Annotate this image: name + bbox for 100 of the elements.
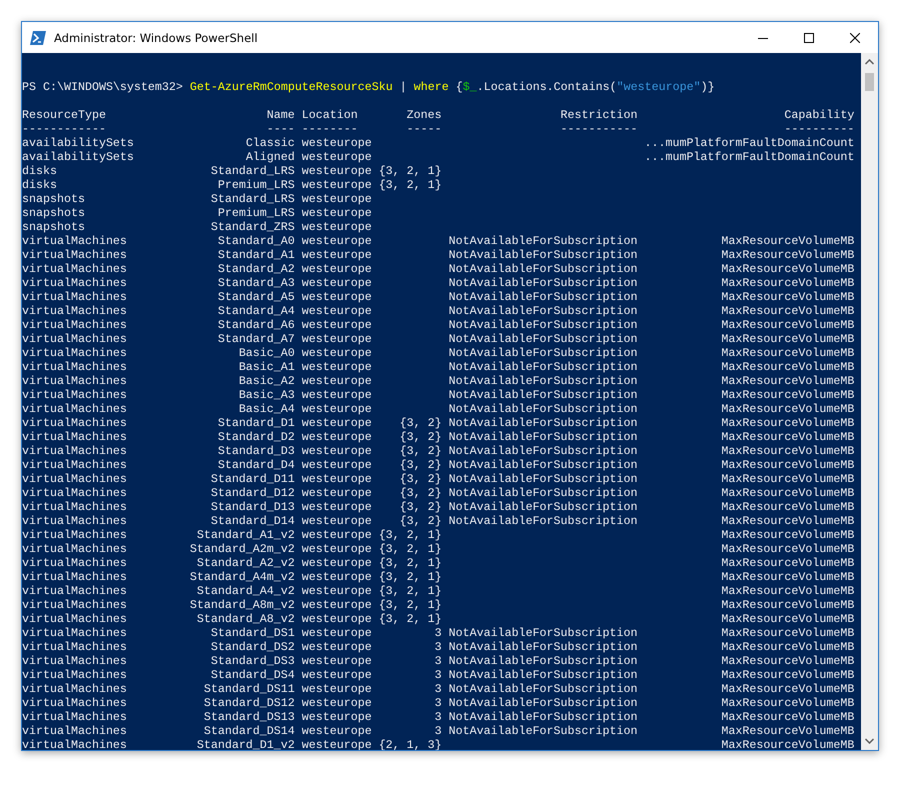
table-cell: virtualMachines: [22, 668, 127, 682]
table-cell: {3, 2, 1}: [378, 584, 442, 598]
table-cell: NotAvailableForSubscription: [448, 332, 638, 346]
table-cell: virtualMachines: [22, 514, 127, 528]
table-cell: Standard_A3: [218, 276, 295, 290]
scroll-up-icon[interactable]: [865, 59, 874, 65]
table-cell: Standard_D2: [218, 430, 295, 444]
table-cell: {3, 2, 1}: [378, 598, 442, 612]
table-cell: MaxResourceVolumeMB: [721, 458, 854, 472]
table-cell: virtualMachines: [22, 458, 127, 472]
table-cell: Basic_A3: [238, 388, 295, 402]
table-cell: {3, 2, 1}: [378, 164, 442, 178]
table-cell: 3: [434, 668, 442, 682]
table-cell: MaxResourceVolumeMB: [721, 626, 854, 640]
table-cell: NotAvailableForSubscription: [448, 346, 638, 360]
table-cell: Standard_DS1: [210, 626, 295, 640]
table-cell: virtualMachines: [22, 318, 127, 332]
scrollbar[interactable]: [861, 53, 878, 750]
table-cell: Standard_A1_v2: [196, 528, 295, 542]
header-underline: ----------: [784, 122, 854, 136]
table-cell: westeurope: [302, 374, 372, 388]
table-cell: westeurope: [302, 276, 372, 290]
table-cell: MaxResourceVolumeMB: [721, 248, 854, 262]
table-cell: westeurope: [302, 682, 372, 696]
table-cell: MaxResourceVolumeMB: [721, 444, 854, 458]
table-cell: virtualMachines: [22, 248, 127, 262]
header-underline: -----: [406, 122, 442, 136]
table-cell: MaxResourceVolumeMB: [721, 556, 854, 570]
table-cell: Standard_LRS: [210, 164, 295, 178]
table-cell: {3, 2, 1}: [378, 570, 442, 584]
table-cell: westeurope: [302, 178, 372, 192]
table-cell: Aligned: [246, 150, 295, 164]
table-cell: westeurope: [302, 710, 372, 724]
column-header: ResourceType: [22, 108, 106, 122]
table-cell: disks: [22, 178, 57, 192]
table-cell: NotAvailableForSubscription: [448, 234, 638, 248]
table-cell: MaxResourceVolumeMB: [721, 738, 854, 750]
table-cell: virtualMachines: [22, 332, 127, 346]
table-cell: virtualMachines: [22, 654, 127, 668]
table-cell: virtualMachines: [22, 346, 127, 360]
table-cell: {3, 2}: [400, 472, 442, 486]
table-cell: Standard_A7: [218, 332, 295, 346]
table-cell: westeurope: [302, 472, 372, 486]
table-cell: westeurope: [302, 570, 372, 584]
table-cell: Standard_DS12: [204, 696, 295, 710]
table-cell: MaxResourceVolumeMB: [721, 276, 854, 290]
table-cell: Standard_D1: [218, 416, 295, 430]
table-cell: westeurope: [302, 262, 372, 276]
table-cell: 3: [434, 710, 442, 724]
table-cell: virtualMachines: [22, 542, 127, 556]
table-cell: availabilitySets: [22, 136, 134, 150]
table-cell: NotAvailableForSubscription: [448, 626, 638, 640]
table-cell: westeurope: [302, 318, 372, 332]
table-cell: MaxResourceVolumeMB: [721, 640, 854, 654]
close-icon[interactable]: [850, 32, 860, 42]
table-cell: Standard_DS3: [210, 654, 295, 668]
table-cell: NotAvailableForSubscription: [448, 710, 638, 724]
table-cell: westeurope: [302, 598, 372, 612]
table-cell: westeurope: [302, 528, 372, 542]
command-line: PS C:\WINDOWS\system32> Get-AzureRmComputeResourceSku | where {$_.Locations.Contains("westeurope")}: [22, 80, 715, 94]
table-cell: westeurope: [302, 164, 372, 178]
table-cell: westeurope: [302, 346, 372, 360]
table-cell: westeurope: [302, 458, 372, 472]
table-cell: {3, 2}: [400, 500, 442, 514]
table-cell: virtualMachines: [22, 234, 127, 248]
table-cell: {3, 2, 1}: [378, 556, 442, 570]
table-cell: westeurope: [302, 290, 372, 304]
table-cell: NotAvailableForSubscription: [448, 696, 638, 710]
table-cell: MaxResourceVolumeMB: [721, 710, 854, 724]
table-cell: NotAvailableForSubscription: [448, 276, 638, 290]
table-cell: NotAvailableForSubscription: [448, 402, 638, 416]
table-cell: westeurope: [302, 416, 372, 430]
table-cell: westeurope: [302, 640, 372, 654]
table-cell: MaxResourceVolumeMB: [721, 570, 854, 584]
scroll-down-icon[interactable]: [865, 738, 874, 744]
table-cell: westeurope: [302, 360, 372, 374]
table-cell: Standard_A4m_v2: [190, 570, 295, 584]
table-cell: NotAvailableForSubscription: [448, 262, 638, 276]
table-cell: MaxResourceVolumeMB: [721, 318, 854, 332]
scroll-thumb[interactable]: [865, 73, 874, 91]
table-cell: MaxResourceVolumeMB: [721, 290, 854, 304]
header-underline: -----------: [560, 122, 638, 136]
table-cell: MaxResourceVolumeMB: [721, 472, 854, 486]
column-header: Restriction: [560, 108, 638, 122]
table-cell: {3, 2}: [400, 444, 442, 458]
table-cell: Standard_D3: [218, 444, 295, 458]
table-cell: {3, 2, 1}: [378, 178, 442, 192]
table-cell: {3, 2}: [400, 416, 442, 430]
table-cell: {3, 2}: [400, 486, 442, 500]
table-cell: Standard_A8_v2: [196, 612, 295, 626]
powershell-icon: [30, 30, 46, 44]
table-cell: westeurope: [302, 696, 372, 710]
table-cell: virtualMachines: [22, 584, 127, 598]
table-cell: MaxResourceVolumeMB: [721, 430, 854, 444]
table-cell: MaxResourceVolumeMB: [721, 360, 854, 374]
table-cell: virtualMachines: [22, 486, 127, 500]
table-cell: MaxResourceVolumeMB: [721, 654, 854, 668]
maximize-icon[interactable]: [804, 32, 814, 42]
table-cell: westeurope: [302, 556, 372, 570]
header-underline: ------------: [22, 122, 106, 136]
